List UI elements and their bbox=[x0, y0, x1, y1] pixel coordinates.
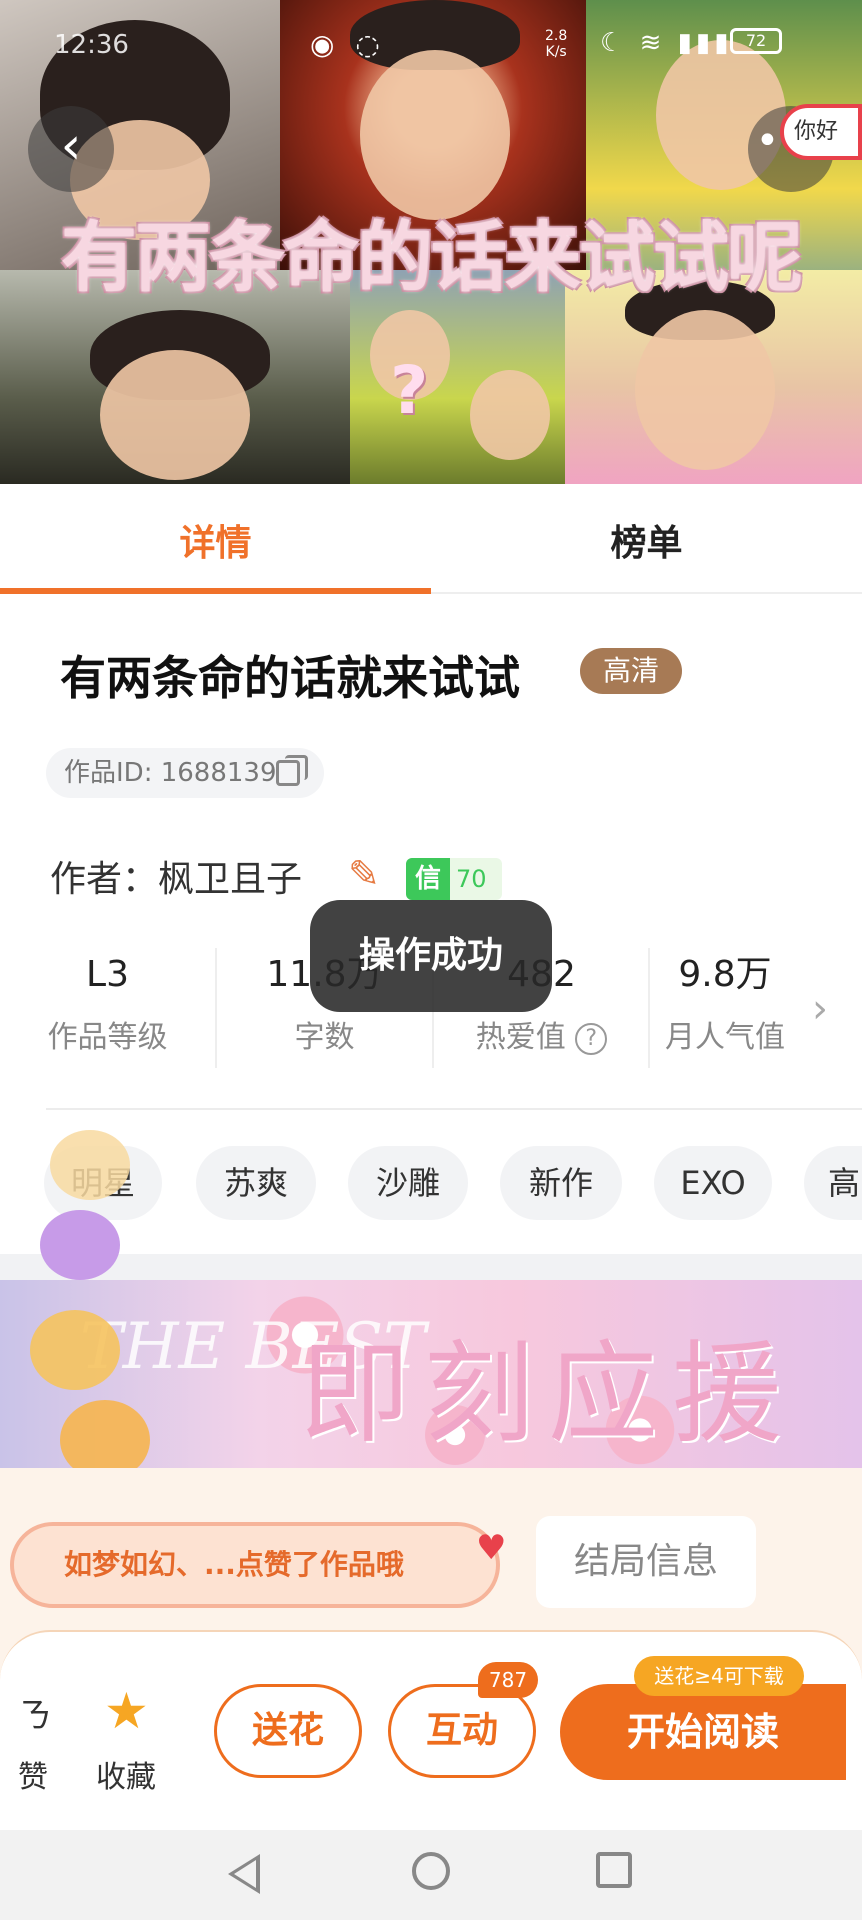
trust-badge[interactable]: 信 70 bbox=[406, 858, 502, 900]
liked-notification: 如梦如幻、...点赞了作品哦 bbox=[10, 1522, 500, 1608]
novel-detail-page: 有两条命的话来试试呢 ? 12:36 ◉ ◌ 2.8 K/s ☾ ≋ ▮▮▮ 7… bbox=[0, 0, 862, 1920]
notification-icons: ◉ ◌ bbox=[310, 28, 386, 61]
work-id-text: 作品ID: 1688139 bbox=[64, 758, 277, 788]
hd-badge: 高清 bbox=[580, 648, 682, 694]
banner-title: 即刻应援 bbox=[300, 1330, 796, 1458]
nav-back-icon[interactable] bbox=[228, 1854, 260, 1894]
tab-details[interactable]: 详情 bbox=[0, 514, 431, 566]
author-name[interactable]: 作者：枫卫且子 bbox=[50, 850, 302, 902]
stat-label-text: 热爱值 bbox=[475, 1020, 566, 1055]
tag-chip[interactable]: 沙雕 bbox=[348, 1146, 468, 1220]
tag-chip[interactable]: 新作 bbox=[500, 1146, 622, 1220]
cover-question-mark: ? bbox=[390, 352, 429, 429]
signal-icon: ☾ ≋ ▮▮▮ bbox=[600, 28, 733, 58]
tag-chip[interactable]: EXO bbox=[654, 1146, 772, 1220]
copy-icon[interactable] bbox=[276, 755, 308, 786]
interact-count-badge: 787 bbox=[478, 1662, 538, 1698]
tab-bar: 详情 榜单 bbox=[0, 484, 862, 594]
trust-score: 70 bbox=[456, 865, 487, 893]
mascot-decoration bbox=[30, 1120, 150, 1480]
work-title: 有两条命的话就来试试 bbox=[60, 651, 520, 705]
nav-home-icon[interactable] bbox=[412, 1852, 450, 1890]
status-time: 12:36 bbox=[54, 30, 129, 60]
help-icon[interactable]: ? bbox=[575, 1022, 608, 1055]
tag-chip[interactable]: 苏爽 bbox=[196, 1146, 316, 1220]
heart-icon: ♥ bbox=[476, 1528, 507, 1568]
stat-label: 字数 bbox=[294, 1020, 355, 1055]
toast-message: 操作成功 bbox=[310, 900, 552, 1012]
like-label[interactable]: 赞 bbox=[18, 1752, 48, 1796]
chevron-left-icon: ‹ bbox=[60, 116, 82, 176]
stat-value: 9.8万 bbox=[678, 954, 772, 995]
back-button[interactable]: ‹ bbox=[28, 106, 114, 192]
stat-monthly-popularity[interactable]: 9.8万 月人气值 bbox=[650, 948, 800, 1056]
stat-label: 作品等级 bbox=[47, 1020, 168, 1055]
interact-button[interactable]: 互动 bbox=[388, 1684, 536, 1778]
status-bar: 12:36 ◉ ◌ 2.8 K/s ☾ ≋ ▮▮▮ 72 bbox=[0, 18, 862, 74]
stat-label: 热爱值 ? bbox=[434, 1012, 649, 1056]
tag-chip[interactable]: 高 bbox=[804, 1146, 862, 1220]
bottom-action-bar: ㄋ 赞 ★ 收藏 送花 互动 787 开始阅读 送花≥4可下载 bbox=[0, 1630, 862, 1830]
system-nav-bar bbox=[0, 1830, 862, 1920]
battery-icon: 72 bbox=[730, 28, 782, 54]
pencil-icon: ✎ bbox=[348, 852, 380, 896]
tab-rankings[interactable]: 榜单 bbox=[431, 514, 862, 566]
ending-info-button[interactable]: 结局信息 bbox=[536, 1516, 756, 1608]
trust-label: 信 bbox=[406, 858, 450, 900]
chevron-right-icon[interactable]: › bbox=[812, 986, 828, 1032]
stat-level[interactable]: L3 作品等级 bbox=[0, 948, 215, 1056]
divider bbox=[46, 1108, 862, 1110]
stat-label: 月人气值 bbox=[665, 1020, 785, 1055]
favorite-label[interactable]: 收藏 bbox=[96, 1752, 156, 1796]
active-tab-indicator bbox=[0, 588, 431, 594]
send-flower-button[interactable]: 送花 bbox=[214, 1684, 362, 1778]
start-reading-button[interactable]: 开始阅读 bbox=[560, 1684, 846, 1780]
work-id-chip[interactable]: 作品ID: 1688139 bbox=[46, 748, 324, 798]
network-speed: 2.8 K/s bbox=[545, 28, 568, 60]
hello-assistant-bubble[interactable]: 你好 bbox=[780, 104, 862, 160]
star-icon[interactable]: ★ bbox=[104, 1682, 149, 1740]
cover-title-text: 有两条命的话来试试呢 bbox=[61, 213, 803, 302]
download-tip-badge: 送花≥4可下载 bbox=[634, 1656, 804, 1696]
like-icon[interactable]: ㄋ bbox=[18, 1688, 52, 1737]
nav-recents-icon[interactable] bbox=[596, 1852, 632, 1888]
stat-value: L3 bbox=[86, 954, 129, 995]
